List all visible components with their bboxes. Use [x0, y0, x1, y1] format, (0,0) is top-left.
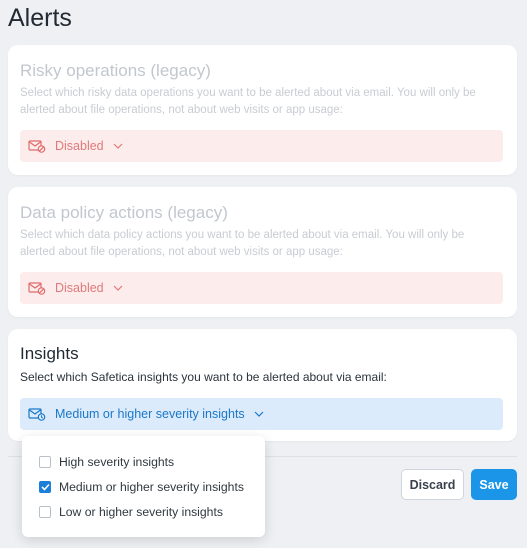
- checkbox-low-severity[interactable]: [39, 506, 51, 518]
- option-label: High severity insights: [59, 455, 175, 469]
- data-policy-desc-line1: Select which data policy actions you wan…: [20, 229, 465, 241]
- option-high-severity[interactable]: High severity insights: [39, 453, 174, 471]
- mail-off-icon: [28, 139, 46, 153]
- insights-card: Insights Select which Safetica insights …: [8, 329, 517, 441]
- option-label: Low or higher severity insights: [59, 505, 223, 519]
- checkmark-icon: [40, 483, 50, 491]
- data-policy-description: Select which data policy actions you wan…: [20, 227, 503, 261]
- risky-operations-title: Risky operations (legacy): [20, 61, 211, 80]
- risky-operations-card: Risky operations (legacy) Select which r…: [8, 45, 517, 175]
- mail-icon: [28, 407, 46, 421]
- data-policy-desc-line2: alerted about file operations, not about…: [20, 246, 343, 258]
- chevron-down-icon: [113, 285, 123, 291]
- checkbox-medium-severity[interactable]: [39, 481, 51, 493]
- data-policy-title: Data policy actions (legacy): [20, 203, 228, 222]
- risky-operations-select[interactable]: Disabled: [20, 130, 503, 162]
- chevron-down-icon: [254, 411, 264, 417]
- checkbox-high-severity[interactable]: [39, 456, 51, 468]
- insights-dropdown-menu: High severity insights Medium or higher …: [22, 436, 265, 537]
- risky-operations-desc-line2: alerted about file operations, not about…: [20, 104, 343, 116]
- insights-description: Select which Safetica insights you want …: [20, 370, 387, 384]
- option-low-severity[interactable]: Low or higher severity insights: [39, 503, 223, 521]
- insights-select-value: Medium or higher severity insights: [55, 407, 245, 421]
- discard-button[interactable]: Discard: [401, 469, 464, 500]
- option-label: Medium or higher severity insights: [59, 480, 244, 494]
- data-policy-select[interactable]: Disabled: [20, 272, 503, 304]
- insights-select[interactable]: Medium or higher severity insights: [20, 398, 503, 430]
- data-policy-select-value: Disabled: [55, 281, 104, 295]
- chevron-down-icon: [113, 143, 123, 149]
- risky-operations-select-value: Disabled: [55, 139, 104, 153]
- option-medium-severity[interactable]: Medium or higher severity insights: [39, 478, 244, 496]
- insights-title: Insights: [20, 344, 79, 363]
- mail-off-icon: [28, 281, 46, 295]
- page-title: Alerts: [8, 4, 72, 32]
- risky-operations-description: Select which risky data operations you w…: [20, 85, 503, 119]
- risky-operations-desc-line1: Select which risky data operations you w…: [20, 87, 476, 99]
- data-policy-card: Data policy actions (legacy) Select whic…: [8, 187, 517, 317]
- save-button[interactable]: Save: [471, 469, 517, 500]
